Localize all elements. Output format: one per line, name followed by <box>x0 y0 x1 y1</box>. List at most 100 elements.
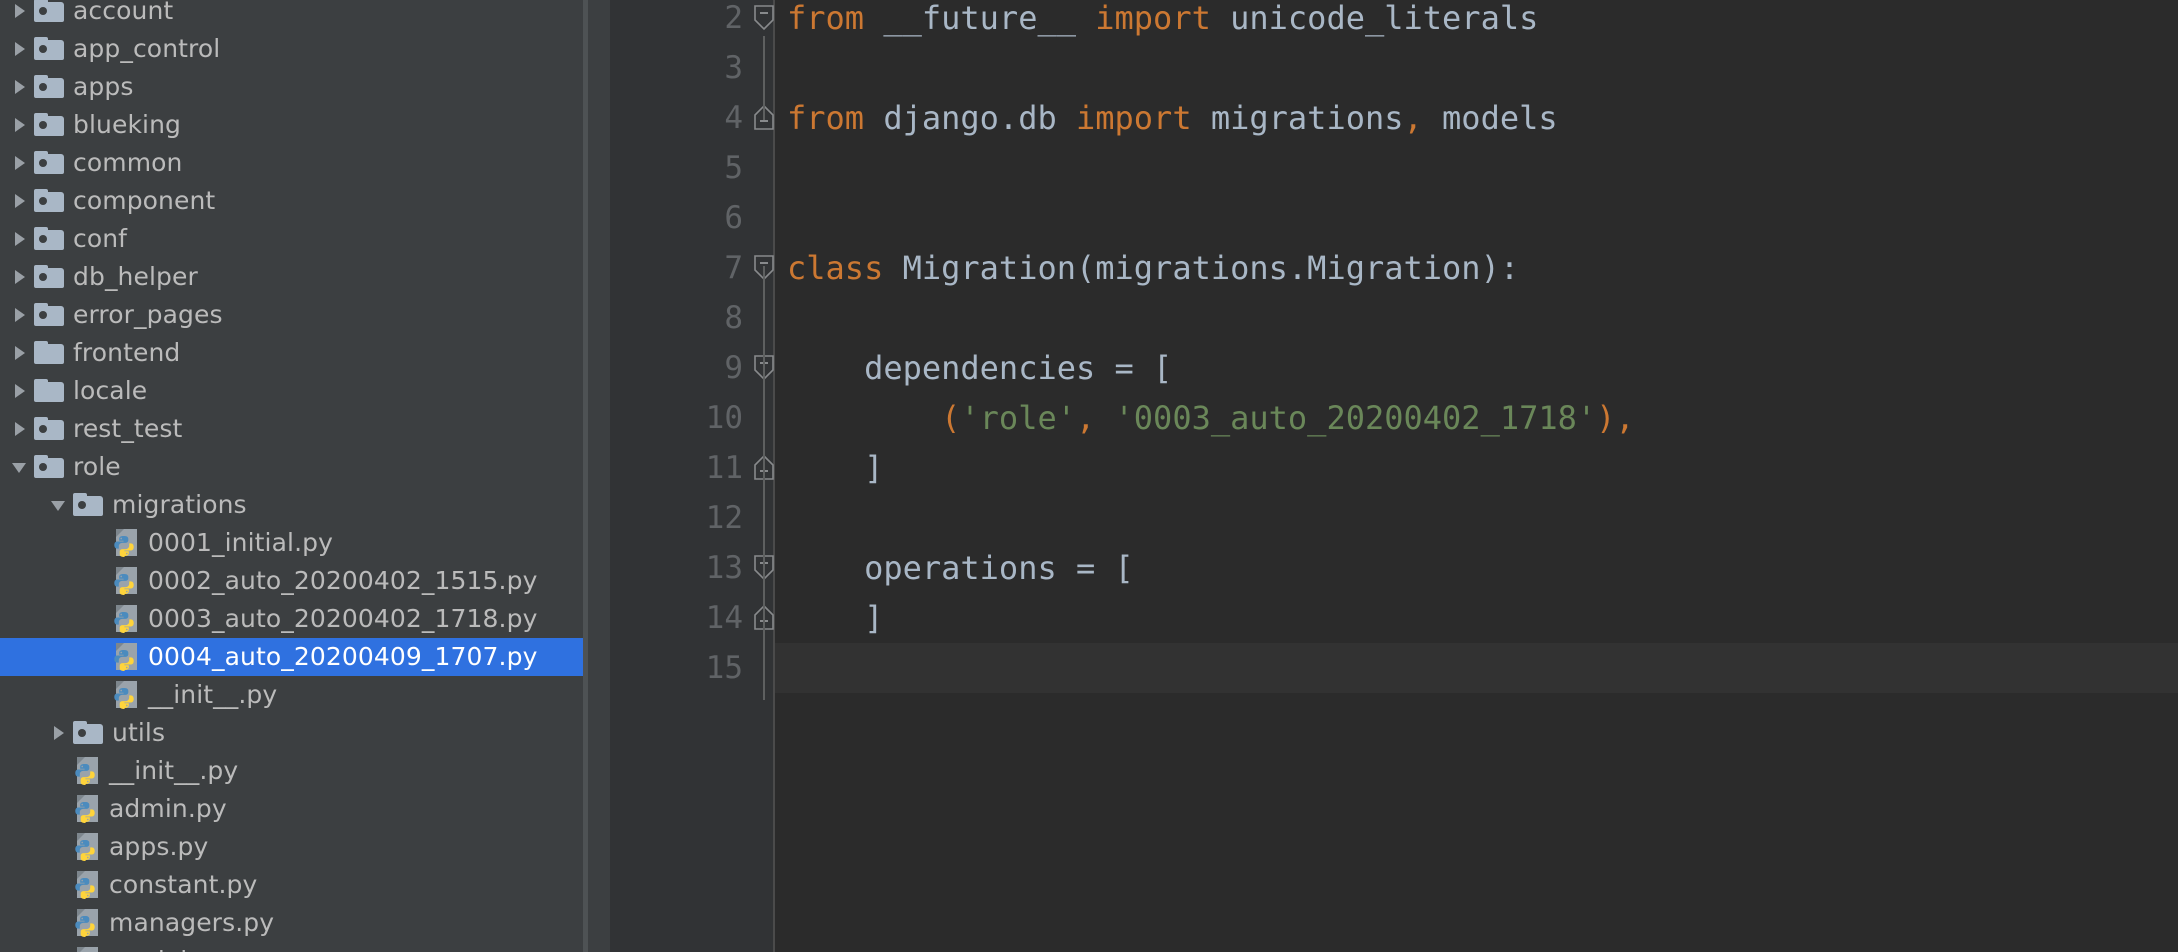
chevron-right-icon[interactable] <box>10 305 30 325</box>
project-tree-list[interactable]: account app_controlapps blueking common comp… <box>0 0 583 952</box>
chevron-right-icon[interactable] <box>10 267 30 287</box>
tree-item[interactable]: role <box>0 448 583 486</box>
folder-icon <box>34 341 64 365</box>
ide-window: account app_controlapps blueking common comp… <box>0 0 2178 952</box>
tree-item[interactable]: migrations <box>0 486 583 524</box>
tree-item-label: account <box>73 0 174 25</box>
source-folder-icon <box>73 721 103 745</box>
tree-item-label: frontend <box>73 338 181 367</box>
chevron-right-icon[interactable] <box>10 381 30 401</box>
source-folder-icon <box>34 151 64 175</box>
tree-item-label: component <box>73 186 216 215</box>
code-line[interactable]: 2 from __future__ import unicode_literals <box>610 0 2178 43</box>
code-line[interactable]: 4 from django.db import migrations, model… <box>610 93 2178 143</box>
chevron-right-icon[interactable] <box>10 1 30 21</box>
code-line[interactable]: 6 <box>610 193 2178 243</box>
chevron-right-icon[interactable] <box>10 419 30 439</box>
code-text[interactable]: ] <box>787 443 883 493</box>
code-text[interactable]: ] <box>787 593 883 643</box>
code-text[interactable]: dependencies = [ <box>787 343 1172 393</box>
tree-item[interactable]: account <box>0 0 583 30</box>
tree-item[interactable]: locale <box>0 372 583 410</box>
chevron-right-icon[interactable] <box>10 229 30 249</box>
tree-item-label: app_control <box>73 34 221 63</box>
tree-item[interactable]: component <box>0 182 583 220</box>
python-file-icon <box>112 642 142 672</box>
code-text[interactable]: ('role', '0003_auto_20200402_1718'), <box>787 393 1635 443</box>
python-file-icon <box>73 756 103 786</box>
chevron-right-icon[interactable] <box>10 115 30 135</box>
tree-item[interactable]: blueking <box>0 106 583 144</box>
tree-item[interactable]: app_control <box>0 30 583 68</box>
tree-item[interactable]: apps <box>0 68 583 106</box>
tree-item[interactable]: 0003_auto_20200402_1718.py <box>0 600 583 638</box>
code-text[interactable]: from __future__ import unicode_literals <box>787 0 1538 43</box>
code-line[interactable]: 10 ('role', '0003_auto_20200402_1718'), <box>610 393 2178 443</box>
tree-item[interactable]: db_helper <box>0 258 583 296</box>
code-line[interactable]: 3 <box>610 43 2178 93</box>
chevron-right-icon[interactable] <box>49 723 69 743</box>
chevron-right-icon[interactable] <box>10 343 30 363</box>
code-line[interactable]: 8 <box>610 293 2178 343</box>
tree-item[interactable]: apps.py <box>0 828 583 866</box>
line-number: 6 <box>724 200 743 236</box>
tree-item-label: conf <box>73 224 128 253</box>
chevron-right-icon[interactable] <box>10 39 30 59</box>
code-line[interactable]: 15 <box>610 643 2178 693</box>
line-number: 15 <box>705 650 743 686</box>
chevron-down-icon[interactable] <box>10 457 30 477</box>
editor-area[interactable]: 2 from __future__ import unicode_literals… <box>610 0 2178 952</box>
chevron-down-icon[interactable] <box>49 495 69 515</box>
code-line[interactable]: 5 <box>610 143 2178 193</box>
source-folder-icon <box>34 417 64 441</box>
python-file-icon <box>112 604 142 634</box>
tree-item[interactable]: managers.py <box>0 904 583 942</box>
code-text[interactable]: from django.db import migrations, models <box>787 93 1558 143</box>
tree-item-selected[interactable]: 0004_auto_20200409_1707.py <box>0 638 583 676</box>
tree-item[interactable]: models.py <box>0 942 583 952</box>
tree-item[interactable]: error_pages <box>0 296 583 334</box>
code-text[interactable]: class Migration(migrations.Migration): <box>787 243 1519 293</box>
sidebar-scrollbar-track[interactable] <box>588 0 1194 952</box>
tree-item-label: 0004_auto_20200409_1707.py <box>148 642 538 671</box>
code-line[interactable]: 12 <box>610 493 2178 543</box>
code-text[interactable]: operations = [ <box>787 543 1134 593</box>
python-file-icon <box>73 946 103 952</box>
tree-item-label: db_helper <box>73 262 198 291</box>
line-number: 2 <box>724 0 743 36</box>
chevron-right-icon[interactable] <box>10 191 30 211</box>
tree-item[interactable]: common <box>0 144 583 182</box>
tree-item-label: constant.py <box>109 870 258 899</box>
code-line[interactable]: 14 ] <box>610 593 2178 643</box>
chevron-right-icon[interactable] <box>10 77 30 97</box>
code-line[interactable]: 13 operations = [ <box>610 543 2178 593</box>
tree-item[interactable]: admin.py <box>0 790 583 828</box>
project-tree-panel[interactable]: account app_controlapps blueking common comp… <box>0 0 583 952</box>
tree-item[interactable]: __init__.py <box>0 752 583 790</box>
code-line[interactable]: 11 ] <box>610 443 2178 493</box>
tree-item-label: migrations <box>112 490 247 519</box>
tree-item[interactable]: constant.py <box>0 866 583 904</box>
tree-item[interactable]: conf <box>0 220 583 258</box>
code-line[interactable]: 9 dependencies = [ <box>610 343 2178 393</box>
line-number: 12 <box>705 500 743 536</box>
line-number: 4 <box>724 100 743 136</box>
tree-item[interactable]: 0001_initial.py <box>0 524 583 562</box>
python-file-icon <box>112 566 142 596</box>
source-folder-icon <box>34 455 64 479</box>
tree-item[interactable]: frontend <box>0 334 583 372</box>
tree-item[interactable]: utils <box>0 714 583 752</box>
chevron-right-icon[interactable] <box>10 153 30 173</box>
source-folder-icon <box>34 37 64 61</box>
tree-item[interactable]: 0002_auto_20200402_1515.py <box>0 562 583 600</box>
tree-item[interactable]: __init__.py <box>0 676 583 714</box>
tree-item-label: common <box>73 148 183 177</box>
code-line[interactable]: 7 class Migration(migrations.Migration): <box>610 243 2178 293</box>
tree-item[interactable]: rest_test <box>0 410 583 448</box>
